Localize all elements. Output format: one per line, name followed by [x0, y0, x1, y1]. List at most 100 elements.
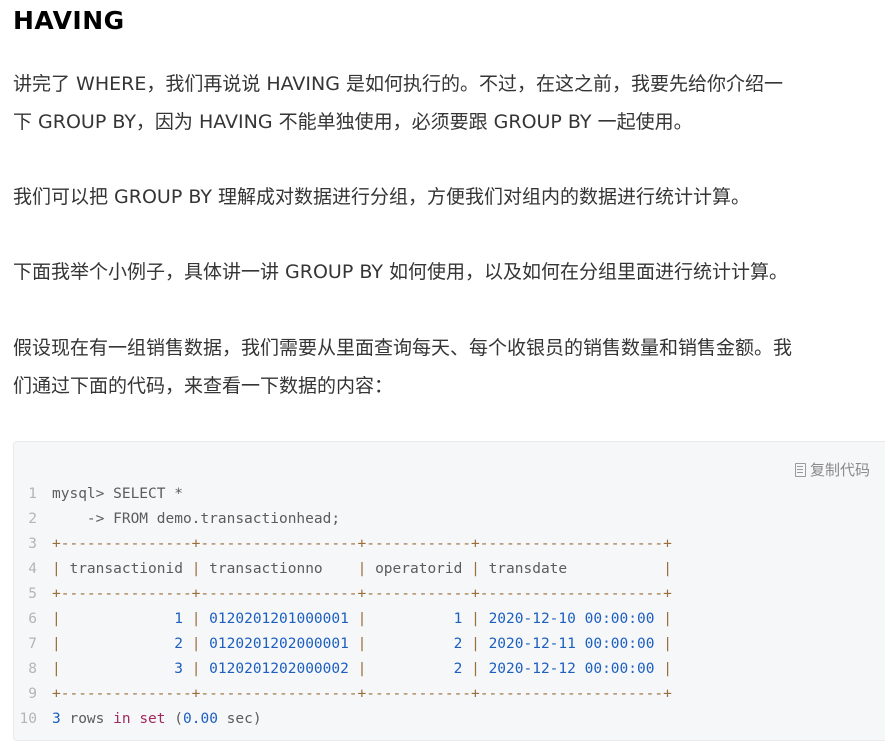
table-cell: 0120201202000001: [209, 636, 349, 652]
result-text: (: [165, 711, 183, 727]
paragraph-intro: 讲完了 WHERE，我们再说说 HAVING 是如何执行的。不过，在这之前，我要…: [13, 65, 885, 141]
code-line: 1 mysql> SELECT *: [14, 482, 672, 507]
table-border: |: [52, 561, 61, 577]
code-block: 复制代码 1 mysql> SELECT * 2 -> FROM demo.tran…: [13, 441, 885, 741]
table-border: |: [471, 636, 480, 652]
paragraph-line: 假设现在有一组销售数据，我们需要从里面查询每天、每个收银员的销售数量和销售金额。…: [13, 337, 793, 359]
result-count: 3: [52, 711, 61, 727]
code-line: 10 3 rows in set (0.00 sec): [14, 707, 672, 732]
line-number: 6: [28, 611, 37, 627]
table-border: |: [471, 611, 480, 627]
table-border: |: [663, 611, 672, 627]
table-cell: 2020-12-12 00:00:00: [488, 661, 655, 677]
paragraph-group-by: 我们可以把 GROUP BY 理解成对数据进行分组，方便我们对组内的数据进行统计…: [13, 178, 885, 216]
section-title: HAVING: [13, 6, 125, 35]
line-text: | transactionid | transactionno | operat…: [52, 557, 672, 582]
line-text: | 3 | 0120201202000002 | 2 | 2020-12-12 …: [52, 657, 672, 682]
line-text: +---------------+------------------+----…: [52, 582, 672, 607]
table-cell: 1: [69, 611, 183, 627]
table-border: |: [663, 661, 672, 677]
table-border: |: [52, 611, 61, 627]
table-border: |: [471, 561, 480, 577]
paragraph-line: 我们可以把 GROUP BY 理解成对数据进行分组，方便我们对组内的数据进行统计…: [13, 186, 750, 208]
code-line: 4 | transactionid | transactionno | opera…: [14, 557, 672, 582]
table-cell: transdate: [488, 561, 655, 577]
result-text: rows: [60, 711, 114, 727]
line-number: 9: [28, 686, 37, 702]
code-line: 5 +---------------+------------------+---…: [14, 582, 672, 607]
line-number: 5: [28, 586, 37, 602]
sql-query: mysql> SELECT *: [52, 486, 183, 502]
code-line: 2 -> FROM demo.transactionhead;: [14, 507, 672, 532]
table-cell: transactionid: [69, 561, 183, 577]
sql-query: -> FROM demo.transactionhead;: [52, 511, 341, 527]
line-number: 10: [19, 711, 37, 727]
paragraph-line: 讲完了 WHERE，我们再说说 HAVING 是如何执行的。不过，在这之前，我要…: [13, 73, 784, 95]
table-border: |: [52, 636, 61, 652]
table-cell: 1: [375, 611, 463, 627]
line-text: -> FROM demo.transactionhead;: [52, 507, 340, 532]
code-line: 9 +---------------+------------------+---…: [14, 682, 672, 707]
table-cell: 2: [69, 636, 183, 652]
paragraph-line: 们通过下面的代码，来查看一下数据的内容：: [13, 375, 394, 397]
paragraph-line: 下 GROUP BY，因为 HAVING 不能单独使用，必须要跟 GROUP B…: [13, 111, 693, 133]
table-border: |: [52, 661, 61, 677]
result-text: sec): [217, 711, 262, 727]
copy-code-button[interactable]: 复制代码: [794, 459, 870, 480]
line-number: 8: [28, 661, 37, 677]
copy-code-label: 复制代码: [809, 461, 870, 479]
code-line: 3 +---------------+------------------+---…: [14, 532, 672, 557]
line-text: | 1 | 0120201201000001 | 1 | 2020-12-10 …: [52, 607, 672, 632]
paragraph-scenario: 假设现在有一组销售数据，我们需要从里面查询每天、每个收银员的销售数量和销售金额。…: [13, 329, 885, 405]
table-cell: 2020-12-10 00:00:00: [488, 611, 655, 627]
line-text: | 2 | 0120201202000001 | 2 | 2020-12-11 …: [52, 632, 672, 657]
table-cell: transactionno: [209, 561, 349, 577]
result-time: 0.00: [183, 711, 218, 727]
line-number: 4: [28, 561, 37, 577]
table-border: +---------------+------------------+----…: [52, 586, 672, 602]
line-text: 3 rows in set (0.00 sec): [52, 707, 262, 732]
code-line: 7 | 2 | 0120201202000001 | 2 | 2020-12-11…: [14, 632, 672, 657]
table-cell: 2: [375, 661, 463, 677]
table-border: |: [471, 661, 480, 677]
table-border: +---------------+------------------+----…: [52, 686, 672, 702]
copy-document-icon: [794, 462, 806, 477]
code-line: 6 | 1 | 0120201201000001 | 1 | 2020-12-10…: [14, 607, 672, 632]
line-number: 7: [28, 636, 37, 652]
table-cell: operatorid: [375, 561, 463, 577]
code-content: 1 mysql> SELECT * 2 -> FROM demo.transacti…: [14, 482, 672, 732]
keyword: in: [113, 711, 131, 727]
table-border: +---------------+------------------+----…: [52, 536, 672, 552]
table-border: |: [663, 561, 672, 577]
table-cell: 0120201201000001: [209, 611, 349, 627]
paragraph-example: 下面我举个小例子，具体讲一讲 GROUP BY 如何使用，以及如何在分组里面进行…: [13, 253, 885, 291]
table-cell: 2020-12-11 00:00:00: [488, 636, 655, 652]
line-number: 1: [28, 486, 37, 502]
keyword: set: [139, 711, 166, 727]
line-number: 3: [28, 536, 37, 552]
table-cell: 2: [375, 636, 463, 652]
